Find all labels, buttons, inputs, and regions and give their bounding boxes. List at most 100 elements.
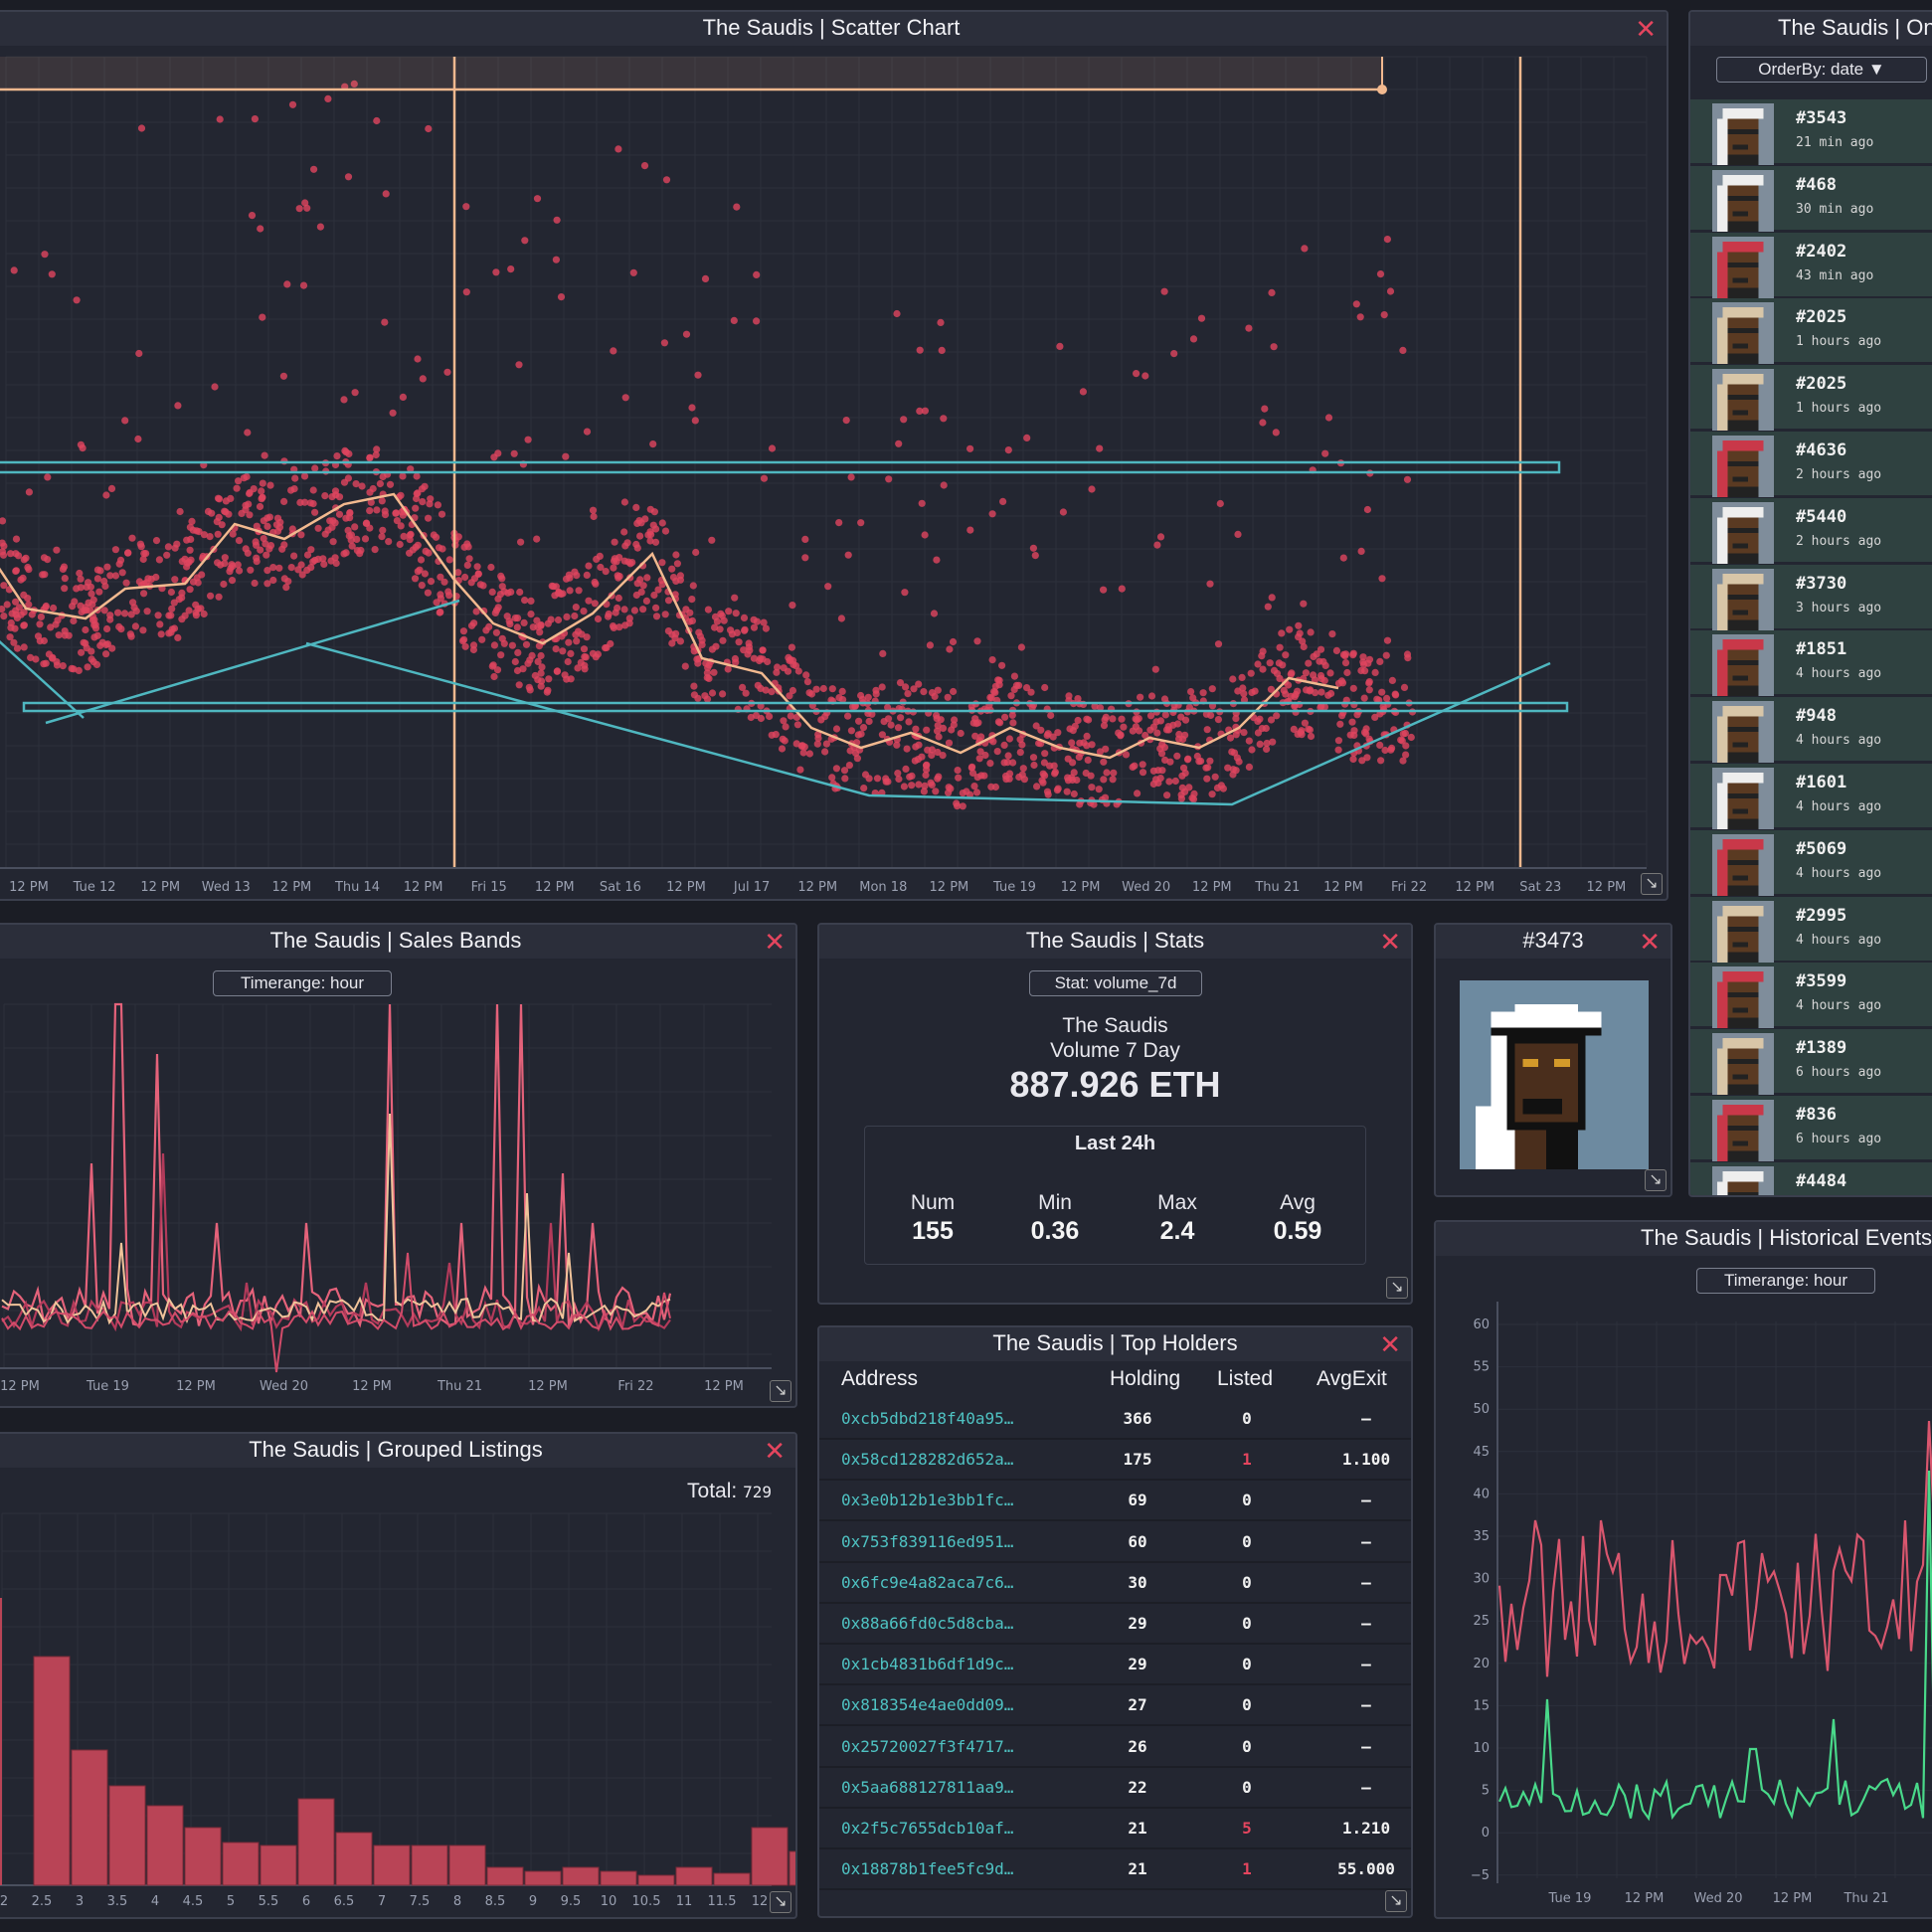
range-handle[interactable] [1377, 85, 1387, 94]
holder-address[interactable]: 0x6fc9e4a82aca7c6… [841, 1573, 1013, 1592]
table-row[interactable]: 0x18878b1fee5fc9d… 21 1 55.000 [819, 1849, 1411, 1891]
histogram-bar[interactable] [675, 1866, 713, 1886]
histogram-bar[interactable] [71, 1749, 108, 1886]
holder-avgexit: – [1361, 1491, 1371, 1510]
nft-avatar [1712, 833, 1774, 896]
listing-row[interactable]: #2025 1 hours ago [1690, 298, 1932, 365]
histogram-bar[interactable] [184, 1827, 222, 1886]
resize-icon[interactable]: ↘ [1386, 1277, 1408, 1299]
resize-icon[interactable]: ↘ [1641, 873, 1663, 895]
sale-point [824, 583, 832, 591]
sale-point [1177, 794, 1185, 802]
histogram-bar[interactable] [0, 1598, 2, 1885]
table-row[interactable]: 0x58cd128282d652a… 175 1 1.100 [819, 1440, 1411, 1482]
listing-id: #3599 [1796, 971, 1847, 992]
listing-row[interactable]: #1389 6 hours ago [1690, 1029, 1932, 1096]
sale-point [718, 612, 726, 619]
histogram-bar[interactable] [600, 1870, 637, 1886]
scatter-plot[interactable]: 12 PM Tue 12 12 PM Wed 13 12 PM Thu 14 12 PM Fr… [0, 12, 1667, 899]
holder-address[interactable]: 0x1cb4831b6df1d9c… [841, 1655, 1013, 1673]
historical-events-chart[interactable]: 605550454035302520151050−5Tue 19 12 PM Wed… [1436, 1222, 1932, 1917]
histogram-bar[interactable] [411, 1844, 448, 1886]
histogram-bar[interactable] [33, 1656, 71, 1886]
listing-row[interactable]: #3730 3 hours ago [1690, 564, 1932, 630]
histogram-bar[interactable] [146, 1805, 184, 1886]
listing-row[interactable]: #1601 4 hours ago [1690, 764, 1932, 829]
table-row[interactable]: 0x1cb4831b6df1d9c… 29 0 – [819, 1645, 1411, 1686]
sale-point [1056, 342, 1064, 350]
listing-row[interactable]: #3599 4 hours ago [1690, 963, 1932, 1029]
grouped-listings-histogram[interactable]: 2 2.5 3 3.5 4 4.5 5 5.5 6 6.5 7 7.5 8 8.5 9 9.5 10 10.5 11… [0, 1434, 795, 1917]
holder-address[interactable]: 0x25720027f3f4717… [841, 1737, 1013, 1756]
histogram-bar[interactable] [373, 1844, 411, 1886]
col-listed[interactable]: Listed [1217, 1367, 1273, 1391]
table-row[interactable]: 0x2f5c7655dcb10af… 21 5 1.210 [819, 1809, 1411, 1849]
listing-row[interactable]: #5440 2 hours ago [1690, 497, 1932, 564]
listing-row[interactable]: #468 30 min ago [1690, 165, 1932, 232]
histogram-bar[interactable] [713, 1872, 751, 1886]
holder-address[interactable]: 0x3e0b12b1e3bb1fc… [841, 1491, 1013, 1509]
histogram-bar[interactable] [486, 1866, 524, 1886]
histogram-bar[interactable] [222, 1842, 260, 1886]
histogram-bar[interactable] [448, 1844, 486, 1886]
holder-address[interactable]: 0x18878b1fee5fc9d… [841, 1859, 1013, 1878]
orderby-dropdown[interactable]: OrderBy: date ▼ [1716, 57, 1927, 83]
table-row[interactable]: 0x25720027f3f4717… 26 0 – [819, 1727, 1411, 1768]
histogram-bar[interactable] [335, 1832, 373, 1886]
resize-icon[interactable]: ↘ [1645, 1169, 1667, 1191]
holder-address[interactable]: 0x5aa688127811aa9… [841, 1778, 1013, 1797]
sale-point [703, 669, 712, 677]
holder-address[interactable]: 0x88a66fd0c5d8cba… [841, 1614, 1013, 1633]
resize-icon[interactable]: ↘ [770, 1891, 791, 1913]
listing-row[interactable]: #4636 2 hours ago [1690, 432, 1932, 497]
sale-point [50, 604, 58, 613]
table-row[interactable]: 0x753f839116ed951… 60 0 – [819, 1522, 1411, 1563]
holder-address[interactable]: 0x2f5c7655dcb10af… [841, 1819, 1013, 1838]
table-row[interactable]: 0x88a66fd0c5d8cba… 29 0 – [819, 1604, 1411, 1645]
y-tick-label: 15 [1473, 1698, 1490, 1713]
col-address[interactable]: Address [841, 1367, 918, 1391]
listing-row[interactable]: #836 6 hours ago [1690, 1096, 1932, 1161]
holder-address[interactable]: 0x58cd128282d652a… [841, 1450, 1013, 1469]
table-row[interactable]: 0xcb5dbd218f40a95… 366 0 – [819, 1399, 1411, 1440]
close-icon[interactable]: ✕ [1639, 929, 1661, 955]
holder-address[interactable]: 0xcb5dbd218f40a95… [841, 1409, 1013, 1428]
col-avgexit[interactable]: AvgExit [1317, 1367, 1387, 1391]
resize-icon[interactable]: ↘ [1385, 1890, 1407, 1912]
table-row[interactable]: 0x818354e4ae0dd09… 27 0 – [819, 1685, 1411, 1727]
listing-row[interactable]: #4484 [1690, 1161, 1932, 1195]
sale-point [841, 775, 849, 783]
listing-row[interactable]: #2402 43 min ago [1690, 232, 1932, 298]
histogram-bar[interactable] [751, 1827, 789, 1886]
listing-row[interactable]: #2025 1 hours ago [1690, 365, 1932, 432]
histogram-bar[interactable] [637, 1874, 675, 1886]
sale-point [1363, 505, 1371, 514]
listing-row[interactable]: #948 4 hours ago [1690, 697, 1932, 764]
holder-address[interactable]: 0x818354e4ae0dd09… [841, 1695, 1013, 1714]
listing-row[interactable]: #3543 21 min ago [1690, 99, 1932, 165]
col-holding[interactable]: Holding [1110, 1367, 1180, 1391]
table-row[interactable]: 0x5aa688127811aa9… 22 0 – [819, 1768, 1411, 1809]
stat-selector[interactable]: Stat: volume_7d [1029, 970, 1202, 996]
listing-row[interactable]: #1851 4 hours ago [1690, 630, 1932, 697]
holder-address[interactable]: 0x753f839116ed951… [841, 1532, 1013, 1551]
sale-point [583, 428, 592, 436]
histogram-bar[interactable] [562, 1866, 600, 1886]
sale-point [692, 548, 700, 557]
close-icon[interactable]: ✕ [1379, 1331, 1401, 1357]
close-icon[interactable]: ✕ [1379, 929, 1401, 955]
table-row[interactable]: 0x6fc9e4a82aca7c6… 30 0 – [819, 1563, 1411, 1604]
histogram-bar[interactable] [108, 1785, 146, 1886]
histogram-bar[interactable] [524, 1870, 562, 1886]
listing-row[interactable]: #5069 4 hours ago [1690, 829, 1932, 896]
histogram-bar[interactable] [789, 1850, 795, 1886]
table-row[interactable]: 0x3e0b12b1e3bb1fc… 69 0 – [819, 1481, 1411, 1522]
sale-point [757, 684, 765, 693]
resize-icon[interactable]: ↘ [770, 1380, 791, 1402]
listing-row[interactable]: #2995 4 hours ago [1690, 896, 1932, 963]
stat-min: Min 0.36 [1000, 1191, 1110, 1246]
sale-point [1378, 575, 1386, 583]
sales-bands-chart[interactable]: 12 PM Tue 19 12 PM Wed 20 12 PM Thu 21 12 PM Fr… [0, 925, 795, 1406]
histogram-bar[interactable] [297, 1798, 335, 1886]
histogram-bar[interactable] [260, 1844, 297, 1886]
